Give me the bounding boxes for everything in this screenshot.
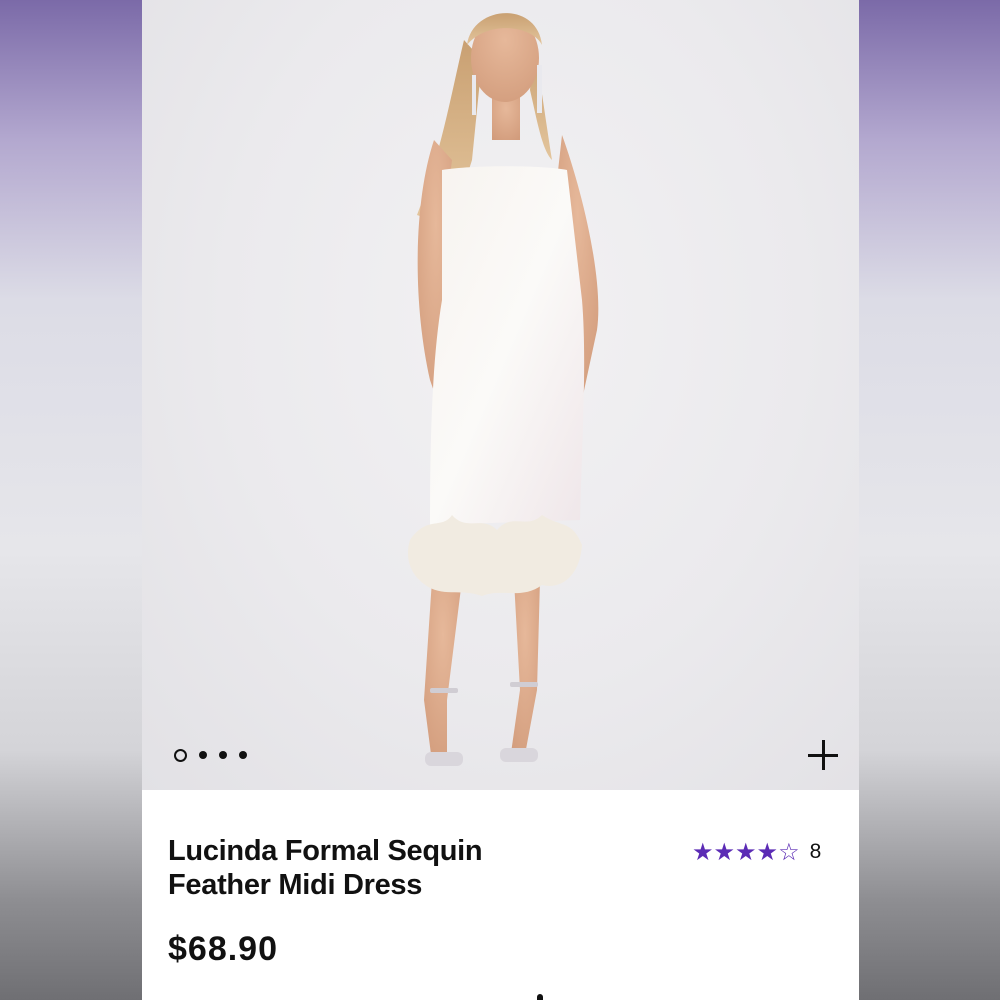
product-rating[interactable]: ★ ★ ★ ★ ☆ 8 — [692, 838, 821, 866]
star-filled-icon: ★ — [713, 838, 736, 866]
image-carousel-dots — [174, 748, 247, 762]
carousel-dot-2[interactable] — [199, 751, 207, 759]
star-filled-icon: ★ — [735, 838, 757, 866]
star-filled-icon: ★ — [692, 838, 714, 866]
product-title-line-2: Feather Midi Dress — [168, 869, 423, 901]
product-price: $68.90 — [168, 930, 278, 968]
product-image[interactable] — [142, 0, 859, 790]
star-filled-icon: ★ — [756, 838, 779, 866]
carousel-dot-3[interactable] — [219, 751, 227, 759]
product-title: Lucinda Formal Sequin Feather Midi Dress — [168, 834, 548, 902]
backdrop-right — [859, 0, 1000, 1000]
review-count: 8 — [809, 840, 822, 863]
carousel-dot-4[interactable] — [239, 751, 247, 759]
plus-icon[interactable] — [806, 738, 840, 772]
next-section-edge — [537, 994, 543, 1000]
carousel-dot-1[interactable] — [174, 748, 187, 762]
product-title-line-1: Lucinda Formal Sequin — [168, 835, 483, 867]
backdrop-left — [0, 0, 142, 1000]
model-photo-illustration — [407, 13, 599, 766]
star-empty-icon: ☆ — [778, 838, 800, 866]
product-card: Lucinda Formal Sequin Feather Midi Dress… — [142, 0, 859, 1000]
